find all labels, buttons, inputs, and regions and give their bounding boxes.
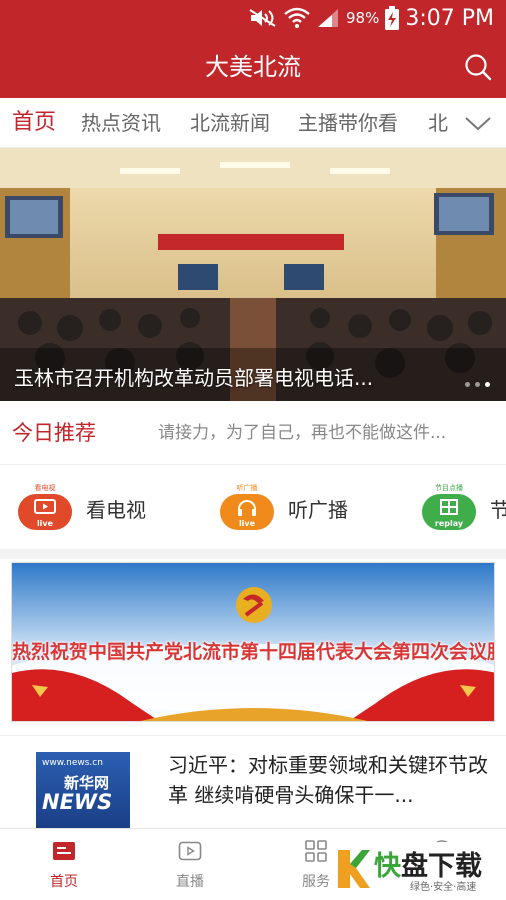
status-indicators: 98% 3:07 PM bbox=[248, 4, 494, 32]
search-icon bbox=[465, 54, 492, 81]
clock: 3:07 PM bbox=[405, 5, 494, 31]
battery-percent: 98% bbox=[346, 9, 380, 27]
quick-link-replay[interactable]: 节目点播 replay 节 bbox=[420, 483, 506, 533]
wifi-icon bbox=[284, 7, 310, 28]
quick-sub: live bbox=[238, 519, 256, 528]
app-bar: 大美北流 bbox=[0, 36, 506, 98]
news-title: 习近平：对标重要领域和关键环节改革 继续啃硬骨头确保干一... bbox=[168, 753, 488, 807]
battery-charging-icon bbox=[385, 6, 400, 30]
news-thumbnail: www.news.cn 新华网 NEWS bbox=[36, 752, 130, 828]
replay-icon bbox=[440, 499, 458, 515]
today-recommend[interactable]: 今日推荐 请接力，为了自己，再也不能做这件... bbox=[0, 401, 506, 465]
news-item[interactable]: www.news.cn 新华网 NEWS 习近平：对标重要领域和关键环节改革 继… bbox=[0, 736, 506, 828]
status-bar: 98% 3:07 PM bbox=[0, 0, 506, 36]
tab-beiliu-news[interactable]: 北流新闻 bbox=[190, 98, 270, 147]
thumb-url: www.news.cn bbox=[42, 758, 103, 768]
app-title: 大美北流 bbox=[205, 53, 301, 81]
recommend-label: 今日推荐 bbox=[12, 421, 96, 445]
quick-tag: 听广播 bbox=[236, 484, 258, 492]
bottom-tab-home[interactable]: 首页 bbox=[14, 829, 114, 900]
quick-link-radio[interactable]: 听广播 live 听广播 bbox=[218, 483, 348, 533]
thumb-logo: NEWS bbox=[42, 790, 113, 814]
tab-home[interactable]: 首页 bbox=[12, 98, 56, 147]
home-icon bbox=[53, 842, 75, 860]
quick-badge: live bbox=[18, 494, 72, 530]
bottom-tab-label: 直播 bbox=[176, 874, 204, 890]
signal-icon bbox=[318, 9, 338, 27]
congress-banner[interactable]: 热烈祝贺中国共产党北流市第十四届代表大会第四次会议胜利召开 bbox=[11, 562, 495, 722]
quick-links: 看电视 live 看电视 听广播 live 听广播 节目点播 replay 节 bbox=[0, 465, 506, 549]
congress-banner-text: 热烈祝贺中国共产党北流市第十四届代表大会第四次会议胜利召开 bbox=[12, 641, 494, 663]
carousel-dot bbox=[475, 382, 480, 387]
chevron-down-icon bbox=[465, 117, 491, 131]
tab-hot-news[interactable]: 热点资讯 bbox=[81, 98, 161, 147]
watermark-brand-green: 快 bbox=[374, 851, 401, 882]
banner-caption: 玉林市召开机构改革动员部署电视电话... bbox=[14, 366, 374, 390]
quick-badge: live bbox=[220, 494, 274, 530]
tab-more-partial[interactable]: 北 bbox=[428, 98, 448, 147]
quick-label: 节 bbox=[490, 497, 506, 522]
bottom-tab-label: 首页 bbox=[50, 874, 78, 890]
tab-anchor[interactable]: 主播带你看 bbox=[298, 98, 398, 147]
tv-icon bbox=[34, 499, 56, 514]
quick-sub: replay bbox=[434, 519, 464, 528]
watermark-slogan: 绿色·安全·高速 bbox=[410, 882, 477, 893]
headphones-icon bbox=[238, 500, 256, 516]
quick-label: 听广播 bbox=[288, 497, 348, 522]
banner-carousel[interactable]: 玉林市召开机构改革动员部署电视电话... bbox=[0, 148, 506, 401]
quick-badge: replay bbox=[422, 494, 476, 530]
carousel-dot-active bbox=[485, 382, 490, 387]
bottom-tab-live[interactable]: 直播 bbox=[140, 829, 240, 900]
quick-tag: 看电视 bbox=[34, 484, 56, 492]
watermark-logo: 快盘下载 绿色·安全·高速 bbox=[334, 842, 504, 898]
play-icon bbox=[178, 841, 202, 861]
recommend-headline[interactable]: 请接力，为了自己，再也不能做这件... bbox=[158, 401, 478, 465]
k-logo-icon bbox=[338, 850, 370, 888]
search-button[interactable] bbox=[462, 51, 494, 83]
quick-tag: 节目点播 bbox=[435, 484, 463, 492]
category-tabs: 首页 热点资讯 北流新闻 主播带你看 北 bbox=[0, 98, 506, 148]
tabs-expand-button[interactable] bbox=[450, 98, 506, 147]
carousel-indicator bbox=[465, 382, 490, 387]
carousel-dot bbox=[465, 382, 470, 387]
grid-icon bbox=[305, 840, 327, 862]
quick-sub: live bbox=[36, 519, 54, 528]
section-divider bbox=[0, 549, 506, 559]
mute-icon bbox=[249, 9, 276, 27]
quick-label: 看电视 bbox=[86, 497, 146, 522]
quick-link-tv[interactable]: 看电视 live 看电视 bbox=[16, 483, 146, 533]
